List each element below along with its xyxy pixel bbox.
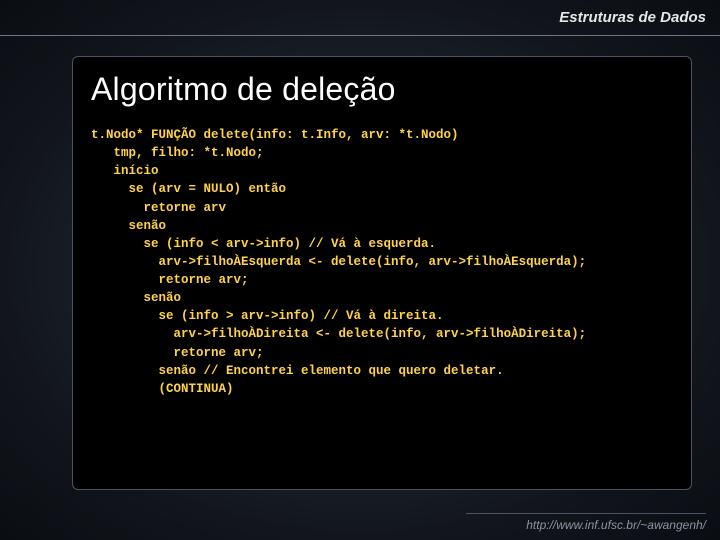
code-line: senão <box>91 289 673 307</box>
code-line: retorne arv; <box>91 271 673 289</box>
code-line: arv->filhoÀEsquerda <- delete(info, arv-… <box>91 253 673 271</box>
footer: http://www.inf.ufsc.br/~awangenh/ <box>466 513 706 532</box>
code-line: tmp, filho: *t.Nodo; <box>91 144 673 162</box>
code-line: (CONTINUA) <box>91 380 673 398</box>
code-line: t.Nodo* FUNÇÃO delete(info: t.Info, arv:… <box>91 126 673 144</box>
code-line: retorne arv; <box>91 344 673 362</box>
code-line: início <box>91 162 673 180</box>
code-block: t.Nodo* FUNÇÃO delete(info: t.Info, arv:… <box>91 126 673 398</box>
course-name: Estruturas de Dados <box>559 9 706 26</box>
footer-url: http://www.inf.ufsc.br/~awangenh/ <box>466 513 706 532</box>
code-line: senão <box>91 217 673 235</box>
code-line: retorne arv <box>91 199 673 217</box>
content-panel: Algoritmo de deleção t.Nodo* FUNÇÃO dele… <box>72 56 692 490</box>
code-line: senão // Encontrei elemento que quero de… <box>91 362 673 380</box>
slide-title: Algoritmo de deleção <box>91 71 673 108</box>
code-line: se (info > arv->info) // Vá à direita. <box>91 307 673 325</box>
header-bar: Estruturas de Dados <box>0 0 720 36</box>
code-line: se (info < arv->info) // Vá à esquerda. <box>91 235 673 253</box>
code-line: arv->filhoÀDireita <- delete(info, arv->… <box>91 325 673 343</box>
slide: Estruturas de Dados Algoritmo de deleção… <box>0 0 720 540</box>
code-line: se (arv = NULO) então <box>91 180 673 198</box>
